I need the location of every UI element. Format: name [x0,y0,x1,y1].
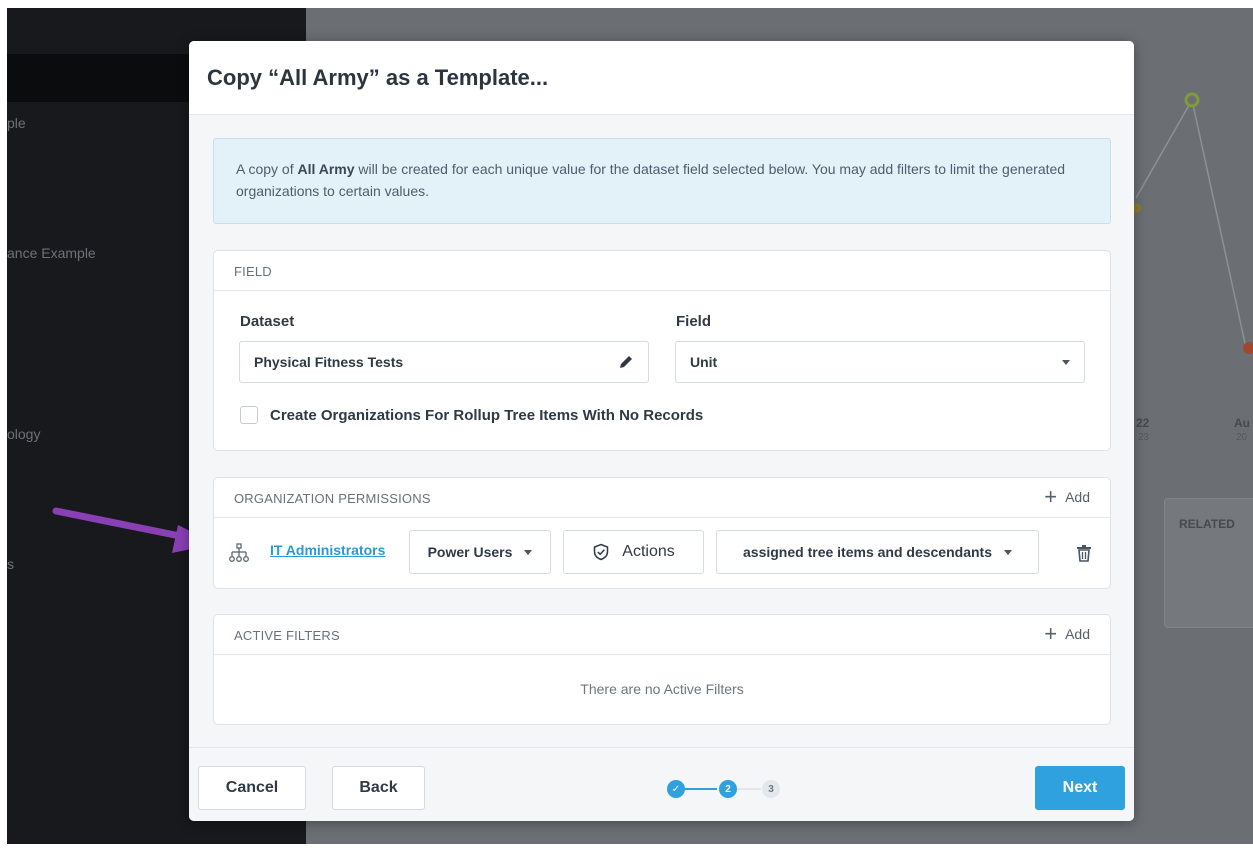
filters-panel-title: ACTIVE FILTERS [234,628,340,643]
sidebar-item: ple [7,115,26,131]
chart-date-sub: 23 [1138,432,1150,443]
back-button[interactable]: Back [332,766,425,810]
empty-filters-text: There are no Active Filters [580,681,744,697]
plus-icon: + [1044,484,1058,509]
background-line-chart [1131,92,1253,354]
scope-select[interactable]: assigned tree items and descendants [716,530,1039,574]
sidebar-item: s [7,556,14,572]
rollup-checkbox-label[interactable]: Create Organizations For Rollup Tree Ite… [270,407,703,424]
step-connector [735,788,761,790]
info-suffix: will be created for each unique value fo… [236,161,1066,199]
scope-value: assigned tree items and descendants [743,544,992,560]
info-prefix: A copy of [236,161,298,177]
chevron-down-icon [524,549,533,555]
chevron-down-icon [1062,359,1070,365]
step-2: 2 [719,780,737,798]
dialog-title: Copy “All Army” as a Template... [207,65,549,90]
rollup-checkbox-row[interactable]: Create Organizations For Rollup Tree Ite… [240,406,703,424]
step-1-check-icon: ✓ [667,780,685,798]
role-value: Power Users [427,544,513,560]
cancel-button[interactable]: Cancel [198,766,306,810]
field-label: Field [676,313,712,330]
trash-icon[interactable] [1076,544,1092,562]
field-panel-title: FIELD [234,264,272,279]
info-banner: A copy of All Army will be created for e… [213,138,1111,224]
org-tree-icon [229,543,249,562]
step-3: 3 [762,780,780,798]
next-button[interactable]: Next [1035,766,1125,810]
dataset-input[interactable]: Physical Fitness Tests [239,341,649,383]
chart-date-label: 22 [1136,416,1150,430]
copy-template-dialog: Copy “All Army” as a Template... A copy … [189,41,1134,821]
add-permission-label: Add [1065,489,1090,505]
chart-date-label: Au [1234,416,1250,430]
chart-date-sub: 20 [1236,432,1248,443]
add-permission-button[interactable]: + Add [1044,486,1090,508]
permissions-panel-header: ORGANIZATION PERMISSIONS + Add [214,478,1110,518]
field-panel: FIELD Dataset Physical Fitness Tests Fie… [213,250,1111,451]
field-panel-header: FIELD [214,251,1110,291]
permissions-panel: ORGANIZATION PERMISSIONS + Add IT Admini… [213,477,1111,589]
chevron-down-icon [1003,549,1012,555]
dialog-footer: Cancel Back ✓ 2 3 Next [189,747,1134,821]
pencil-icon[interactable] [618,354,634,370]
related-card: RELATED [1164,498,1253,628]
rollup-checkbox[interactable] [240,406,258,424]
sidebar-item: ology [7,426,41,442]
role-select[interactable]: Power Users [409,530,551,574]
step-connector [683,788,717,790]
dialog-header: Copy “All Army” as a Template... [189,41,1134,115]
actions-label: Actions [622,543,675,560]
dataset-label: Dataset [240,313,295,330]
filters-panel: ACTIVE FILTERS + Add There are no Active… [213,614,1111,725]
field-select[interactable]: Unit [675,341,1085,383]
field-value: Unit [690,354,718,370]
permissions-panel-title: ORGANIZATION PERMISSIONS [234,491,431,506]
add-filter-button[interactable]: + Add [1044,623,1090,645]
info-bold: All Army [297,161,355,177]
related-label: RELATED [1179,517,1235,531]
sidebar-item: ance Example [7,245,96,261]
filters-panel-header: ACTIVE FILTERS + Add [214,615,1110,655]
wizard-stepper: ✓ 2 3 [665,780,785,800]
add-filter-label: Add [1065,626,1090,642]
it-administrators-link[interactable]: IT Administrators [270,542,385,558]
plus-icon: + [1044,621,1058,646]
shield-check-icon [594,543,609,561]
permission-row: IT Administrators Power Users Actions as… [214,518,1110,588]
actions-button[interactable]: Actions [563,530,704,574]
dataset-value: Physical Fitness Tests [254,354,404,370]
